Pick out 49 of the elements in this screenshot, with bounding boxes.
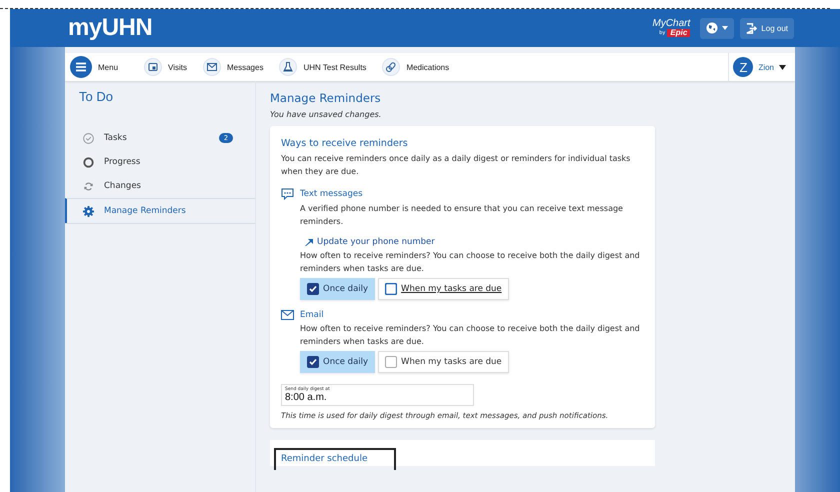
checkbox-icon[interactable] <box>307 283 319 295</box>
flask-icon <box>279 58 298 76</box>
mail-icon <box>281 310 294 320</box>
caret-icon <box>722 26 728 30</box>
logout-icon <box>746 22 758 34</box>
menu-icon <box>70 56 92 78</box>
check-circle-icon <box>83 132 94 144</box>
gear-icon <box>83 206 94 216</box>
question-text: How often to receive reminders? You can choose to receive both the daily digest and reminders when tasks are due. <box>300 323 641 348</box>
nav-link[interactable]: Visits <box>144 58 191 76</box>
checkbox-icon[interactable] <box>307 356 319 368</box>
channel-title: Email <box>300 310 324 320</box>
checkbox-option[interactable]: When my tasks are due <box>378 278 509 300</box>
ring-icon <box>83 156 94 168</box>
pills-icon <box>382 58 400 76</box>
sidebar-item[interactable]: Changes <box>65 174 255 198</box>
checkbox-option[interactable]: Once daily <box>300 351 376 373</box>
arrow-icon <box>305 238 313 246</box>
page-title: Manage Reminders <box>270 91 382 105</box>
question-text: How often to receive reminders? You can choose to receive both the daily digest and reminders when tasks are due. <box>300 250 641 274</box>
nav-link[interactable]: UHN Test Results <box>279 58 370 76</box>
user-menu[interactable]: Z Zion <box>728 53 790 81</box>
checkbox-option[interactable]: Once daily <box>300 278 376 300</box>
logout-button[interactable]: Log out <box>740 18 794 38</box>
section-title: Reminder schedule <box>274 448 396 470</box>
sidebar-title: To Do <box>79 89 114 104</box>
checkbox-icon[interactable] <box>385 283 398 295</box>
description-text: A verified phone number is needed to ensure that you can receive text message reminders. <box>300 203 624 228</box>
intro-text: You can receive reminders once daily as a daily digest or reminders for individual tasks when they are due. <box>281 153 632 178</box>
nav-link[interactable]: Medications <box>382 58 454 76</box>
nav-link[interactable]: Messages <box>202 58 268 76</box>
caret-icon <box>779 64 786 70</box>
menu-button[interactable]: Menu <box>70 56 122 78</box>
sidebar-item[interactable]: Manage Reminders <box>65 198 255 223</box>
update-phone-link[interactable]: Update your phone number <box>305 237 435 247</box>
refresh-icon <box>83 180 94 192</box>
language-button[interactable] <box>700 18 734 38</box>
checkbox-option[interactable]: When my tasks are due <box>378 351 509 373</box>
mail-icon <box>202 58 221 76</box>
channel-title: Text messages <box>300 189 363 199</box>
sidebar-item[interactable]: Progress <box>65 150 255 174</box>
field-value: 8:00 a.m. <box>285 392 328 403</box>
chat-icon <box>281 188 294 200</box>
checkbox-icon[interactable] <box>385 356 398 368</box>
globe-icon <box>706 22 718 34</box>
section-title: Ways to receive reminders <box>281 138 409 149</box>
unsaved-notice: You have unsaved changes. <box>270 110 382 119</box>
logo[interactable]: myUHN <box>68 14 152 42</box>
calendar-icon <box>144 58 162 76</box>
